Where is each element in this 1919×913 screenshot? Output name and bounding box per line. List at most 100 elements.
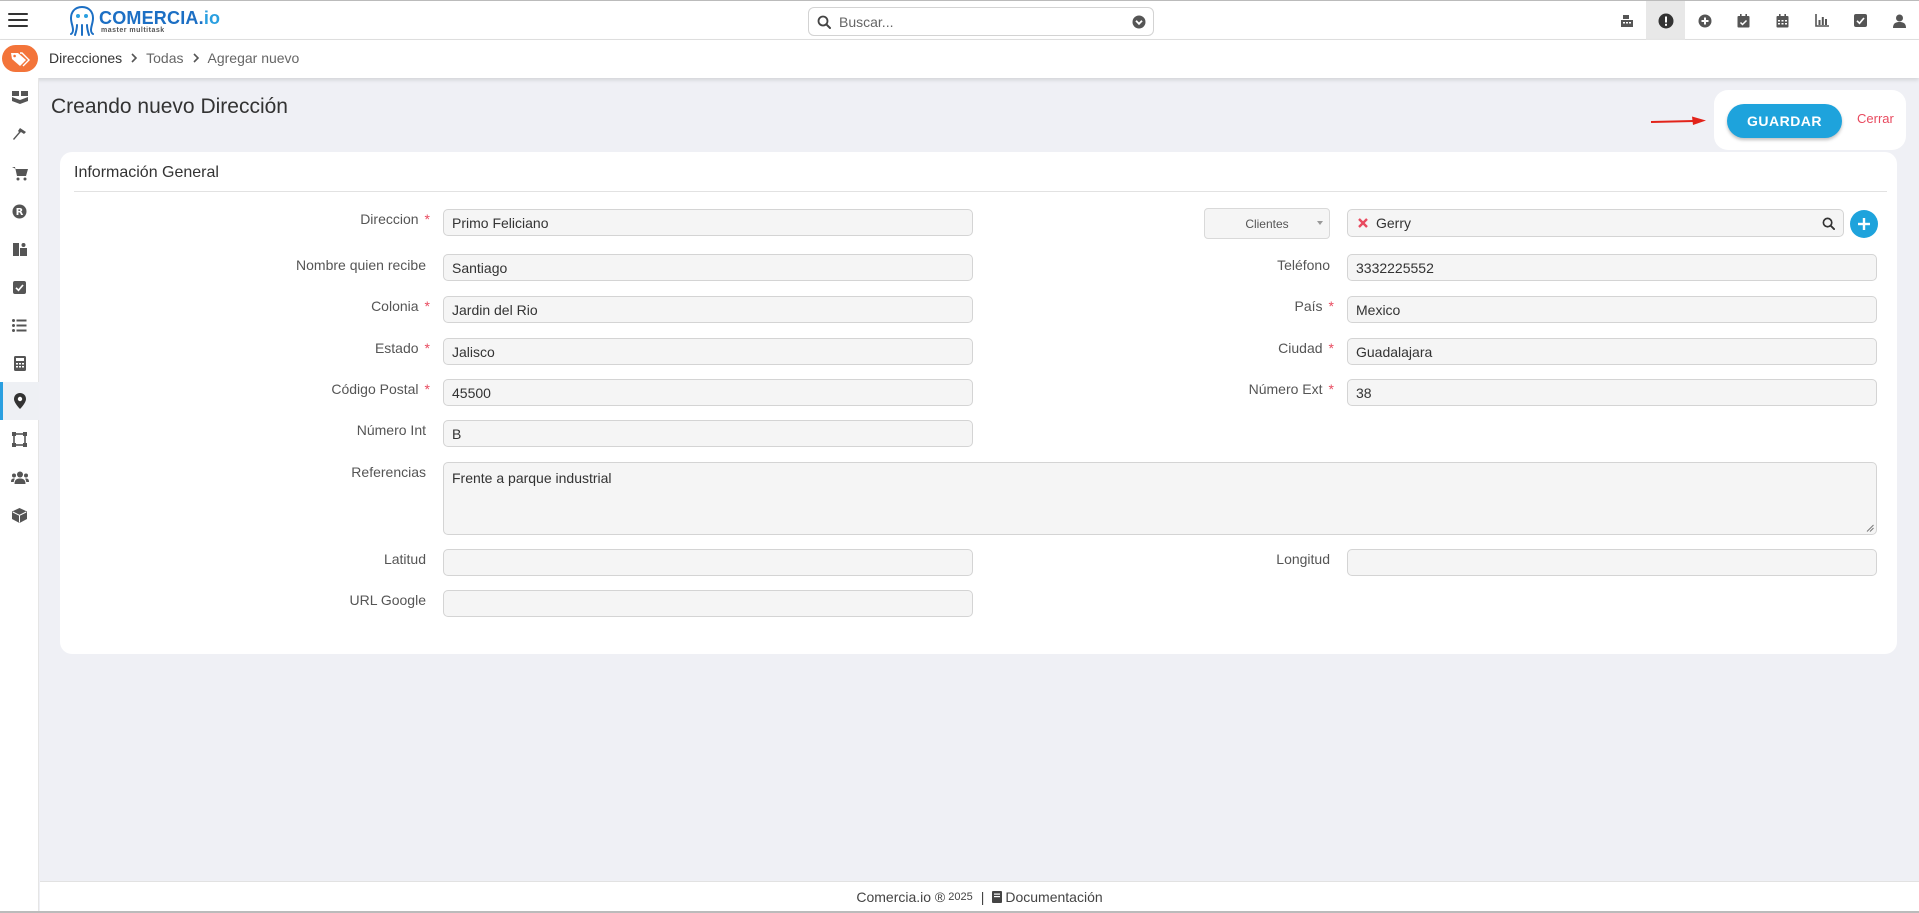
breadcrumb-todas[interactable]: Todas bbox=[146, 50, 183, 66]
breadcrumb-direcciones[interactable]: Direcciones bbox=[49, 50, 122, 66]
register-icon[interactable] bbox=[1607, 1, 1646, 40]
book-icon bbox=[992, 890, 1003, 903]
numero-ext-label: Número Ext * bbox=[1248, 381, 1334, 397]
url-google-label: URL Google bbox=[349, 592, 426, 608]
nombre-field[interactable]: Santiago bbox=[443, 254, 973, 281]
telefono-label: Teléfono bbox=[1277, 257, 1330, 273]
resize-handle-icon[interactable] bbox=[1866, 524, 1874, 532]
check-square-icon bbox=[13, 280, 26, 294]
direccion-field[interactable]: Primo Feliciano bbox=[443, 209, 973, 236]
footer-separator: | bbox=[980, 888, 985, 905]
tags-icon bbox=[2, 45, 38, 72]
plus-icon bbox=[1858, 218, 1870, 230]
sidebar-item-supplies[interactable] bbox=[0, 230, 39, 268]
sidebar-item-calculator[interactable] bbox=[0, 344, 39, 382]
sidebar-item-registered[interactable]: R bbox=[0, 192, 39, 230]
sidebar-item-tools[interactable] bbox=[0, 116, 39, 154]
documentation-link[interactable]: Documentación bbox=[992, 889, 1103, 905]
client-value: Gerry bbox=[1376, 215, 1411, 231]
colonia-field[interactable]: Jardin del Rio bbox=[443, 296, 973, 323]
codigo-postal-label: Código Postal * bbox=[331, 381, 430, 397]
hammer-icon bbox=[12, 128, 26, 140]
search-dropdown-icon[interactable] bbox=[1125, 15, 1153, 29]
brand-name: COMERCIA.io bbox=[99, 7, 221, 28]
numero-int-label: Número Int bbox=[356, 422, 426, 438]
search-icon bbox=[809, 15, 839, 29]
colonia-label: Colonia * bbox=[371, 298, 430, 314]
pais-label: País * bbox=[1294, 298, 1334, 314]
registered-icon: R bbox=[12, 204, 27, 218]
footer: Comercia.io ® 2025 | Documentación bbox=[40, 881, 1919, 911]
top-toolbar bbox=[1607, 1, 1919, 40]
supplies-icon bbox=[12, 242, 27, 256]
check-square-icon[interactable] bbox=[1841, 1, 1880, 40]
chevron-right-icon bbox=[130, 53, 138, 63]
referencias-textarea[interactable]: Frente a parque industrial bbox=[443, 462, 1877, 535]
pais-field[interactable]: Mexico bbox=[1347, 296, 1877, 323]
add-circle-icon[interactable] bbox=[1685, 1, 1724, 40]
calendar-icon[interactable] bbox=[1763, 1, 1802, 40]
ciudad-field[interactable]: Guadalajara bbox=[1347, 338, 1877, 365]
referencias-label: Referencias bbox=[351, 464, 426, 480]
chart-icon[interactable] bbox=[1802, 1, 1841, 40]
telefono-field[interactable]: 3332225552 bbox=[1347, 254, 1877, 281]
form-actions: GUARDAR Cerrar bbox=[1714, 90, 1906, 150]
ciudad-label: Ciudad * bbox=[1278, 340, 1334, 356]
map-marker-icon bbox=[13, 393, 26, 409]
calendar-check-icon[interactable] bbox=[1724, 1, 1763, 40]
caret-down-icon bbox=[1317, 221, 1323, 225]
section-divider bbox=[74, 191, 1887, 192]
list-icon bbox=[12, 318, 27, 332]
latitud-label: Latitud bbox=[383, 551, 426, 567]
sidebar-item-tasks[interactable] bbox=[0, 268, 39, 306]
cube-icon bbox=[12, 507, 27, 523]
search-input[interactable] bbox=[839, 13, 1125, 30]
section-title: Información General bbox=[74, 164, 219, 181]
client-field[interactable]: Gerry bbox=[1347, 209, 1844, 237]
red-arrow-annotation bbox=[1650, 116, 1706, 125]
calculator-icon bbox=[13, 355, 26, 371]
direccion-label: Direccion * bbox=[360, 211, 430, 227]
nombre-label: Nombre quien recibe bbox=[296, 257, 426, 273]
longitud-label: Longitud bbox=[1276, 551, 1330, 567]
breadcrumb-agregar-nuevo: Agregar nuevo bbox=[207, 50, 300, 66]
codigo-postal-field[interactable]: 45500 bbox=[443, 379, 973, 406]
alert-icon[interactable] bbox=[1646, 1, 1685, 40]
url-google-field[interactable] bbox=[443, 590, 973, 617]
octopus-logo-icon bbox=[69, 6, 95, 36]
page-title: Creando nuevo Dirección bbox=[51, 95, 288, 118]
user-icon[interactable] bbox=[1880, 1, 1919, 40]
boxes-icon bbox=[11, 91, 28, 104]
client-type-select[interactable]: Clientes bbox=[1204, 208, 1330, 239]
footer-year: 2025 bbox=[948, 890, 973, 903]
search-icon[interactable] bbox=[1822, 217, 1835, 233]
clear-icon[interactable] bbox=[1357, 217, 1369, 229]
sidebar-item-vector[interactable] bbox=[0, 420, 39, 458]
sidebar-item-products[interactable] bbox=[0, 496, 39, 534]
sidebar: R bbox=[0, 78, 39, 913]
breadcrumb-bar: Direcciones Todas Agregar nuevo bbox=[0, 40, 1919, 78]
sidebar-item-addresses[interactable] bbox=[0, 382, 39, 420]
sidebar-item-users[interactable] bbox=[0, 458, 39, 496]
latitud-field[interactable] bbox=[443, 549, 973, 576]
estado-label: Estado * bbox=[374, 340, 430, 356]
add-client-button[interactable] bbox=[1850, 210, 1878, 238]
numero-ext-field[interactable]: 38 bbox=[1347, 379, 1877, 406]
brand-logo[interactable]: COMERCIA.io master multitask bbox=[68, 4, 220, 38]
svg-text:R: R bbox=[16, 207, 24, 218]
menu-toggle-icon[interactable] bbox=[8, 10, 28, 30]
vector-square-icon bbox=[12, 431, 27, 447]
top-bar: COMERCIA.io master multitask bbox=[0, 0, 1919, 40]
search-box bbox=[808, 7, 1154, 36]
save-button[interactable]: GUARDAR bbox=[1727, 104, 1842, 138]
sidebar-item-list[interactable] bbox=[0, 306, 39, 344]
sidebar-item-cart[interactable] bbox=[0, 154, 39, 192]
chevron-right-icon bbox=[192, 53, 200, 63]
estado-field[interactable]: Jalisco bbox=[443, 338, 973, 365]
users-icon bbox=[10, 471, 29, 484]
brand-tagline: master multitask bbox=[101, 26, 165, 34]
numero-int-field[interactable]: B bbox=[443, 420, 973, 447]
close-link[interactable]: Cerrar bbox=[1857, 111, 1894, 126]
sidebar-item-inventory[interactable] bbox=[0, 78, 39, 116]
longitud-field[interactable] bbox=[1347, 549, 1877, 576]
